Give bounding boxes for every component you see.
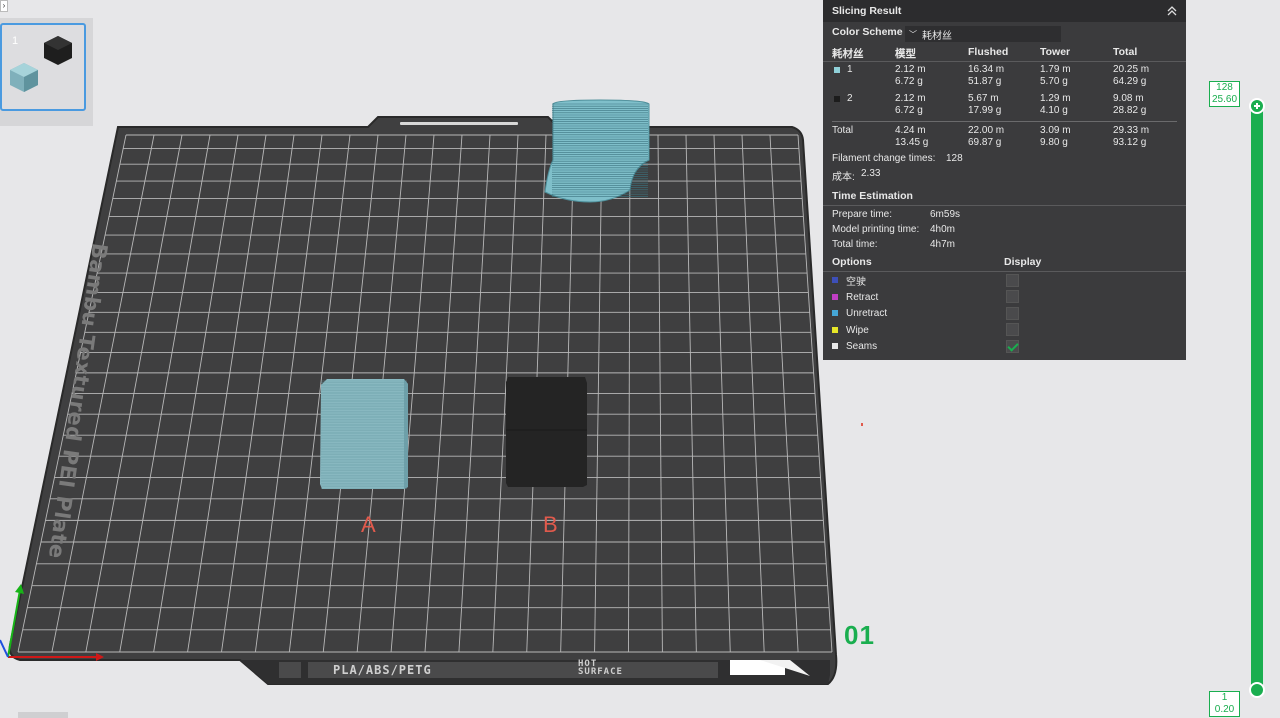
hot-surface-text: HOT SURFACE [578, 659, 623, 677]
option-label: Retract [846, 291, 879, 303]
flushed-length: 22.00 m [968, 125, 1005, 136]
travel-display-checkbox[interactable] [1006, 274, 1019, 287]
col-flushed: Flushed [968, 46, 1009, 58]
prepare-time-value: 6m59s [930, 209, 961, 220]
color-scheme-select[interactable]: ﹀ 耗材丝 [905, 26, 1061, 42]
slider-bottom-label: 1 0.20 [1209, 691, 1240, 717]
plate-id-label: 01 [844, 620, 875, 650]
tower-length: 1.79 m [1040, 64, 1071, 75]
seams-swatch [832, 343, 838, 349]
cost-label: 成本: [832, 172, 855, 183]
color-scheme-label: Color Scheme [832, 26, 903, 38]
flushed-weight: 69.87 g [968, 137, 1002, 148]
col-total: Total [1113, 46, 1138, 58]
flushed-length: 16.34 m [968, 64, 1005, 75]
total-time-value: 4h7m [930, 239, 956, 250]
sidebar-toggle[interactable]: › [0, 0, 8, 12]
flushed-weight: 51.87 g [968, 76, 1002, 87]
flushed-length: 5.67 m [968, 93, 999, 104]
model-printing-time-label: Model printing time: [832, 224, 920, 235]
tower-length: 3.09 m [1040, 125, 1071, 136]
cost-value: 2.33 [861, 168, 881, 179]
flushed-weight: 17.99 g [968, 105, 1002, 116]
options-title: Options [832, 256, 872, 268]
col-tower: Tower [1040, 46, 1071, 58]
bottom-layer-number: 1 [1221, 692, 1228, 703]
cube-B [506, 377, 587, 487]
top-layer-number: 128 [1216, 82, 1233, 93]
plate-footer-text: PLA/ABS/PETG [333, 663, 432, 677]
filament-2-swatch [834, 96, 840, 102]
total-length: 20.25 m [1113, 64, 1150, 75]
bottom-tab[interactable] [18, 712, 68, 718]
tower-weight: 4.10 g [1040, 105, 1068, 116]
option-label: Seams [846, 340, 878, 352]
travel-swatch [832, 277, 838, 283]
viewport-3d[interactable]: Bambu Textured PEI Plate PLA/ABS/PETG HO… [0, 95, 880, 718]
total-length: 29.33 m [1113, 125, 1150, 136]
option-unretract: Unretract [832, 305, 887, 321]
model-length: 4.24 m [895, 125, 926, 136]
top-layer-height: 25.60 [1212, 94, 1238, 105]
model-length: 2.12 m [895, 64, 926, 75]
bottom-layer-height: 0.20 [1214, 704, 1235, 715]
time-estimation-title: Time Estimation [832, 190, 913, 202]
object-label-b: B [543, 512, 558, 537]
totals-label: Total [832, 125, 854, 136]
slider-top-label: 128 25.60 [1209, 81, 1240, 107]
wipe-display-checkbox[interactable] [1006, 323, 1019, 336]
color-scheme-row: Color Scheme [832, 26, 903, 38]
slider-bottom-handle[interactable] [1249, 682, 1265, 698]
wipe-swatch [832, 327, 838, 333]
filament-id: 1 [847, 64, 853, 75]
option-wipe: Wipe [832, 322, 869, 338]
seams-display-checkbox[interactable] [1006, 340, 1019, 353]
option-label: 空驶 [846, 276, 866, 288]
tower-weight: 5.70 g [1040, 76, 1068, 87]
option-seams: Seams [832, 338, 877, 354]
chevron-down-icon: ﹀ [909, 29, 917, 39]
filament-1-swatch [834, 67, 840, 73]
retract-swatch [832, 294, 838, 300]
tower-length: 1.29 m [1040, 93, 1071, 104]
panel-header: Slicing Result [823, 0, 1186, 22]
total-weight: 64.29 g [1113, 76, 1147, 87]
color-scheme-value: 耗材丝 [922, 30, 952, 42]
display-title: Display [1004, 256, 1042, 268]
filament-change-value: 128 [946, 153, 963, 164]
model-weight: 6.72 g [895, 76, 923, 87]
unretract-display-checkbox[interactable] [1006, 307, 1019, 320]
option-travel: 空驶 [832, 272, 866, 288]
layer-slider-track[interactable] [1251, 105, 1263, 690]
retract-display-checkbox[interactable] [1006, 290, 1019, 303]
collapse-icon[interactable] [1166, 5, 1178, 17]
total-weight: 93.12 g [1113, 137, 1147, 148]
total-weight: 28.82 g [1113, 105, 1147, 116]
col-model: 模型 [895, 48, 916, 60]
model-printing-time-value: 4h0m [930, 224, 956, 235]
slicing-result-panel: Slicing Result Color Scheme ﹀ 耗材丝 耗材丝 模型… [823, 0, 1186, 360]
slider-top-handle[interactable] [1249, 98, 1265, 114]
total-length: 9.08 m [1113, 93, 1144, 104]
col-filament: 耗材丝 [832, 48, 864, 60]
panel-title: Slicing Result [832, 5, 902, 17]
cube-A [320, 379, 408, 489]
option-label: Wipe [846, 324, 869, 336]
total-time-label: Total time: [832, 239, 878, 250]
unretract-swatch [832, 310, 838, 316]
option-retract: Retract [832, 289, 878, 305]
model-weight: 6.72 g [895, 105, 923, 116]
option-label: Unretract [846, 307, 888, 319]
marker-dot [861, 423, 863, 426]
object-label-a: A [361, 512, 376, 537]
build-plate [8, 116, 838, 685]
filament-id: 2 [847, 93, 853, 104]
tower-weight: 9.80 g [1040, 137, 1068, 148]
prepare-time-label: Prepare time: [832, 209, 893, 220]
model-weight: 13.45 g [895, 137, 929, 148]
filament-change-label: Filament change times: [832, 153, 936, 164]
model-length: 2.12 m [895, 93, 926, 104]
